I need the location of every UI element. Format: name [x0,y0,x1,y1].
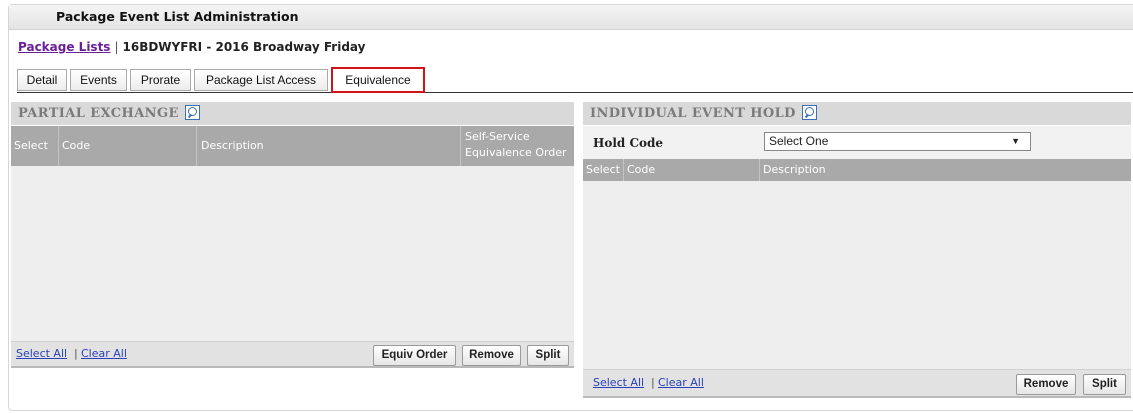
breadcrumb-separator: | [114,40,119,54]
partial-exchange-title: PARTIAL EXCHANGE [18,106,179,121]
individual-event-hold-grid [583,181,1131,369]
magnifier-icon[interactable] [801,105,817,120]
partial-exchange-column-header: Select Code Description Self-Service Equ… [11,126,574,166]
select-all-link[interactable]: Select All [593,376,644,389]
column-select: Select [586,163,620,176]
column-divider [623,159,624,181]
magnifier-icon[interactable] [184,105,200,120]
column-divider [759,159,760,181]
partial-exchange-header: PARTIAL EXCHANGE [11,102,574,125]
partial-exchange-footer: Select All | Clear All Equiv Order Remov… [11,341,574,368]
tab-bar: Detail Events Prorate Package List Acces… [17,67,1133,93]
hold-code-selected-value: Select One [769,134,829,148]
hold-code-row: Hold Code Select One ▼ [583,126,1131,159]
column-code: Code [627,163,656,176]
remove-button[interactable]: Remove [462,345,521,366]
breadcrumb: Package Lists | 16BDWYFRI - 2016 Broadway … [18,40,365,54]
split-button[interactable]: Split [1083,374,1126,395]
individual-event-hold-header: INDIVIDUAL EVENT HOLD [583,102,1131,125]
tab-equivalence[interactable]: Equivalence [331,67,425,93]
package-lists-link[interactable]: Package Lists [18,40,110,54]
column-code: Code [62,139,91,152]
remove-button[interactable]: Remove [1016,374,1076,395]
title-bar: Package Event List Administration [9,5,1133,30]
individual-event-hold-footer: Select All | Clear All Remove Split [583,369,1131,398]
dropdown-arrow-icon: ▼ [1011,136,1020,146]
tab-detail[interactable]: Detail [17,69,67,91]
split-button[interactable]: Split [527,345,569,366]
clear-all-link[interactable]: Clear All [81,347,127,360]
individual-event-hold-column-header: Select Code Description [583,159,1131,181]
column-divider [196,126,197,166]
individual-event-hold-title: INDIVIDUAL EVENT HOLD [590,106,796,121]
admin-window: Package Event List Administration Packag… [8,4,1133,411]
equiv-order-button[interactable]: Equiv Order [373,345,456,366]
link-separator: | [74,347,78,360]
partial-exchange-grid [11,166,574,341]
column-description: Description [201,139,264,152]
hold-code-select[interactable]: Select One ▼ [764,132,1031,151]
breadcrumb-current: 16BDWYFRI - 2016 Broadway Friday [122,40,366,54]
tab-package-list-access[interactable]: Package List Access [194,69,328,91]
tab-events[interactable]: Events [70,69,127,91]
select-all-link[interactable]: Select All [16,347,67,360]
column-description: Description [763,163,826,176]
clear-all-link[interactable]: Clear All [658,376,704,389]
hold-code-label: Hold Code [593,136,664,150]
column-divider [460,126,461,166]
column-select: Select [14,139,48,152]
tab-prorate[interactable]: Prorate [130,69,191,91]
column-order-line2: Equivalence Order [465,146,567,159]
link-separator: | [651,376,655,389]
page-title: Package Event List Administration [56,9,299,24]
column-divider [58,126,59,166]
column-order-line1: Self-Service [465,130,530,143]
